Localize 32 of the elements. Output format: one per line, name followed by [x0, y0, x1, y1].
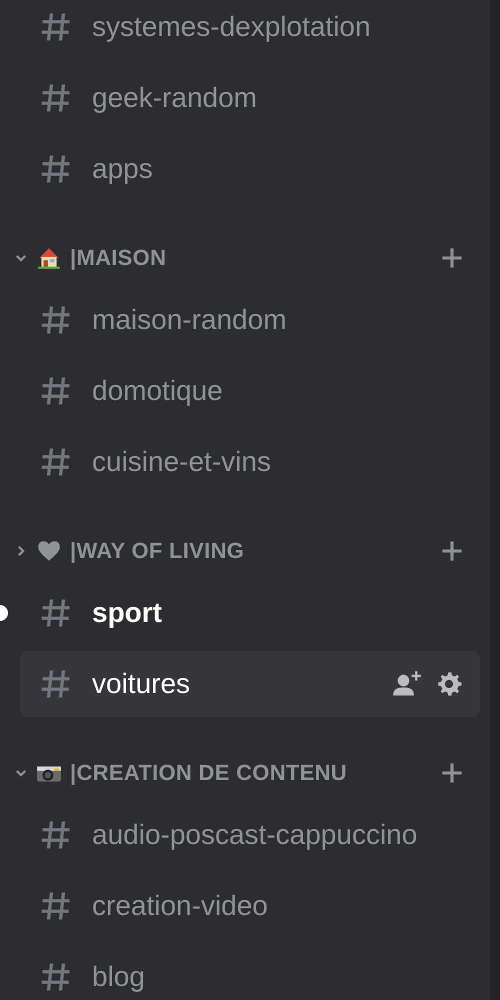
category-header[interactable]: |MAISON — [0, 229, 490, 287]
channel-item[interactable]: geek-random — [20, 65, 480, 131]
plus-icon[interactable] — [440, 539, 464, 563]
channel-name: geek-random — [92, 82, 258, 114]
channel-item[interactable]: creation-video — [20, 873, 480, 939]
category-name: |WAY OF LIVING — [70, 538, 246, 564]
channel-item[interactable]: maison-random — [20, 287, 480, 353]
channel-name: domotique — [92, 375, 224, 407]
channel-item[interactable]: audio-poscast-cappuccino — [20, 802, 480, 868]
channel-item[interactable]: cuisine-et-vins — [20, 429, 480, 495]
category-header[interactable]: |CREATION DE CONTENU — [0, 744, 490, 802]
channel-item[interactable]: sport — [20, 580, 480, 646]
plus-icon[interactable] — [440, 246, 464, 270]
channel-name: sport — [92, 597, 163, 629]
category-header[interactable]: |WAY OF LIVING — [0, 522, 490, 580]
invite-member-icon[interactable] — [392, 670, 422, 698]
channel-name: maison-random — [92, 304, 288, 336]
category-name: |MAISON — [70, 245, 168, 271]
channel-name: cuisine-et-vins — [92, 446, 272, 478]
channel-item[interactable]: systemes-dexplotation — [20, 0, 480, 60]
category-name: |CREATION DE CONTENU — [70, 760, 348, 786]
channel-item[interactable]: domotique — [20, 358, 480, 424]
channel-name: creation-video — [92, 890, 269, 922]
channel-item[interactable]: voitures — [20, 651, 480, 717]
channel-item[interactable]: blog — [20, 944, 480, 1000]
channel-name: apps — [92, 153, 154, 185]
channel-item[interactable]: apps — [20, 136, 480, 202]
plus-icon[interactable] — [440, 761, 464, 785]
channel-name: voitures — [92, 668, 192, 700]
channel-name: blog — [92, 961, 146, 993]
channel-name: systemes-dexplotation — [92, 11, 372, 43]
channel-name: audio-poscast-cappuccino — [92, 819, 418, 851]
